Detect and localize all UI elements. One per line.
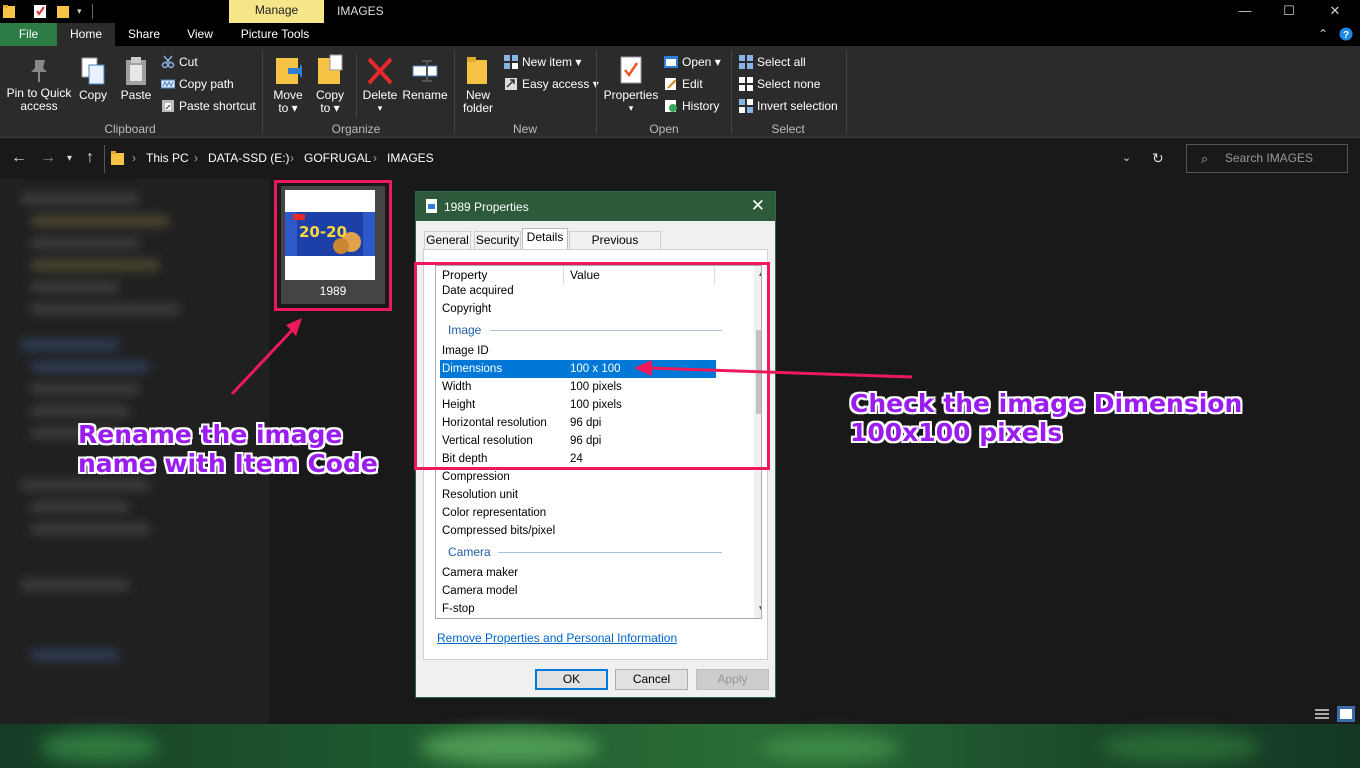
details-view-icon[interactable] bbox=[1315, 708, 1329, 723]
annotation-dimension-line2: 100x100 pixels bbox=[850, 418, 1063, 447]
annotation-dimension: Check the image Dimension 100x100 pixels bbox=[850, 389, 1242, 447]
arrow-to-file bbox=[230, 318, 302, 396]
taskbar-blurred bbox=[0, 724, 1360, 768]
large-icons-view-icon[interactable] bbox=[1337, 706, 1355, 722]
taskbar-blob bbox=[40, 732, 160, 762]
taskbar-blob bbox=[760, 734, 900, 762]
annotation-rename-line2: name with Item Code bbox=[78, 449, 378, 478]
taskbar-blob bbox=[420, 730, 600, 764]
annotation-arrows bbox=[230, 318, 913, 396]
arrow-to-dimensions bbox=[634, 360, 913, 379]
annotation-rename-line1: Rename the image bbox=[78, 420, 343, 449]
annotation-dimension-line1: Check the image Dimension bbox=[850, 389, 1243, 418]
status-bar bbox=[269, 704, 1360, 724]
annotation-rename: Rename the image name with Item Code bbox=[78, 420, 378, 478]
taskbar-blob bbox=[1100, 732, 1260, 762]
